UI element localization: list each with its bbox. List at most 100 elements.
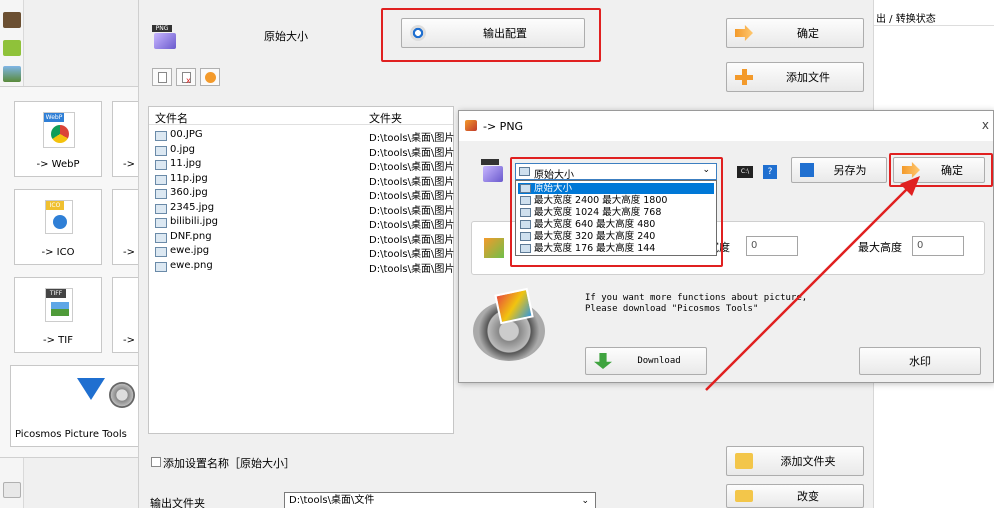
promo-line-2: Please download "Picosmos Tools" [585, 304, 759, 314]
add-setting-checkbox[interactable] [151, 457, 161, 467]
add-folder-button[interactable]: 添加文件夹 [726, 446, 864, 476]
change-label: 改变 [797, 490, 819, 503]
settings-icon [410, 25, 426, 41]
tif-file-icon: TIFF [45, 288, 73, 322]
folder-icon [735, 490, 753, 502]
tile-partial-1[interactable]: -> [112, 101, 138, 177]
change-folder-button[interactable]: 改变 [726, 484, 864, 508]
file-list[interactable]: 文件名 文件夹 00.JPG D:\tools\桌面\图片 0.jpg D:\tool… [148, 106, 454, 434]
file-folder: D:\tools\桌面\图片 [369, 234, 455, 246]
status-header: 出 / 转换状态 [874, 0, 994, 26]
plus-icon [735, 69, 753, 85]
file-folder: D:\tools\桌面\图片 [369, 249, 455, 260]
ico-file-icon: ICO [45, 200, 73, 234]
file-name: 11p.jpg [170, 172, 208, 184]
image-file-icon [155, 174, 167, 185]
tile-partial-label: -> [123, 247, 135, 258]
chrome-icon [51, 125, 69, 143]
png-image-icon [154, 33, 176, 49]
png-settings-dialog: -> PNG x C:\ ? 另存为 确定 宽度 0 最大高度 0 If you… [458, 110, 994, 383]
highlight-box-ok [889, 153, 993, 187]
add-file-label: 添加文件 [786, 71, 830, 84]
audio-category-icon[interactable] [3, 40, 21, 56]
tile-ico-label: -> ICO [41, 247, 75, 258]
file-row[interactable]: ewe.png D:\tools\桌面\图片 [149, 260, 455, 275]
save-as-button[interactable]: 另存为 [791, 157, 887, 183]
file-folder: D:\tools\桌面\图片 [369, 133, 455, 144]
clear-icon[interactable]: x [176, 68, 196, 86]
landscape-icon [51, 302, 69, 316]
promo-line-1: If you want more functions about picture… [585, 293, 808, 303]
image-file-icon [155, 131, 167, 141]
output-config-button[interactable]: 输出配置 [401, 18, 585, 48]
file-name: 360.jpg [170, 187, 208, 198]
file-row[interactable]: 360.jpg D:\tools\桌面\图片 [149, 187, 455, 202]
image-file-icon [155, 203, 167, 214]
file-row[interactable]: 0.jpg D:\tools\桌面\图片 [149, 143, 454, 159]
output-folder-value: D:\tools\桌面\文件 [289, 495, 375, 506]
close-icon[interactable]: x [982, 118, 989, 132]
dialog-title-bar: -> PNG x [459, 111, 993, 141]
picture-category-icon[interactable] [3, 66, 21, 82]
image-file-icon [155, 189, 167, 199]
gear-icon [109, 382, 135, 408]
file-row[interactable]: 11.jpg D:\tools\桌面\图片 [149, 158, 455, 173]
png-format-icon: PNG [152, 25, 178, 49]
file-name: 11.jpg [170, 158, 202, 169]
width-input[interactable]: 0 [746, 236, 798, 256]
watermark-button[interactable]: 水印 [859, 347, 981, 375]
tile-webp-label: -> WebP [36, 159, 80, 170]
folder-add-icon [735, 453, 753, 469]
file-row[interactable]: 2345.jpg D:\tools\桌面\图片 [149, 201, 455, 217]
col-header-folder[interactable]: 文件夹 [369, 110, 402, 126]
tile-tif-label: -> TIF [43, 335, 73, 346]
height-input[interactable]: 0 [912, 236, 964, 256]
file-name: DNF.png [170, 230, 212, 242]
webp-file-icon: WebP [43, 112, 75, 148]
add-file-button[interactable]: 添加文件 [726, 62, 864, 92]
tif-badge: TIFF [46, 289, 66, 298]
tile-partial-3[interactable]: -> [112, 277, 138, 353]
file-row[interactable]: ewe.jpg D:\tools\桌面\图片 [149, 245, 455, 260]
video-category-icon[interactable] [3, 12, 21, 28]
document-category-icon[interactable] [3, 482, 21, 498]
tile-tif[interactable]: TIFF -> TIF [14, 277, 102, 353]
ico-badge: ICO [46, 201, 64, 210]
tile-partial-2[interactable]: -> [112, 189, 138, 265]
resize-icon [484, 238, 504, 258]
dialog-png-icon [481, 159, 507, 183]
download-button[interactable]: Download [585, 347, 707, 375]
image-file-icon [155, 160, 167, 170]
command-icon[interactable]: C:\ [737, 166, 753, 178]
output-folder-select[interactable]: D:\tools\桌面\文件 ⌄ [284, 492, 596, 508]
file-folder: D:\tools\桌面\图片 [369, 162, 455, 173]
file-row[interactable]: bilibili.jpg D:\tools\桌面\图片 [149, 216, 454, 231]
tile-webp[interactable]: WebP -> WebP [14, 101, 102, 177]
picosmos-logo [473, 287, 551, 363]
download-icon [594, 353, 612, 369]
file-folder: D:\tools\桌面\图片 [369, 205, 455, 217]
play-icon[interactable] [200, 68, 220, 86]
file-folder: D:\tools\桌面\图片 [369, 191, 455, 202]
info-icon [53, 215, 67, 229]
tile-picosmos[interactable]: Picosmos Picture Tools [10, 365, 138, 447]
chevron-down-icon: ⌄ [581, 496, 589, 506]
tile-ico[interactable]: ICO -> ICO [14, 189, 102, 265]
save-icon [800, 163, 814, 177]
col-header-name[interactable]: 文件名 [155, 110, 188, 126]
file-row[interactable]: 00.JPG D:\tools\桌面\图片 [149, 129, 455, 144]
arrow-right-icon [735, 25, 753, 41]
file-row[interactable]: 11p.jpg D:\tools\桌面\图片 [149, 172, 454, 188]
help-icon[interactable]: ? [763, 165, 777, 179]
file-name: 2345.jpg [170, 201, 215, 213]
app-icon [465, 120, 477, 131]
remove-icon[interactable] [152, 68, 172, 86]
download-arrow-icon [77, 378, 105, 400]
image-file-icon [155, 218, 167, 228]
download-label: Download [637, 356, 681, 366]
file-name: 0.jpg [170, 143, 196, 155]
highlight-box-dropdown [510, 157, 723, 267]
file-folder: D:\tools\桌面\图片 [369, 263, 455, 275]
ok-button[interactable]: 确定 [726, 18, 864, 48]
file-row[interactable]: DNF.png D:\tools\桌面\图片 [149, 230, 455, 246]
